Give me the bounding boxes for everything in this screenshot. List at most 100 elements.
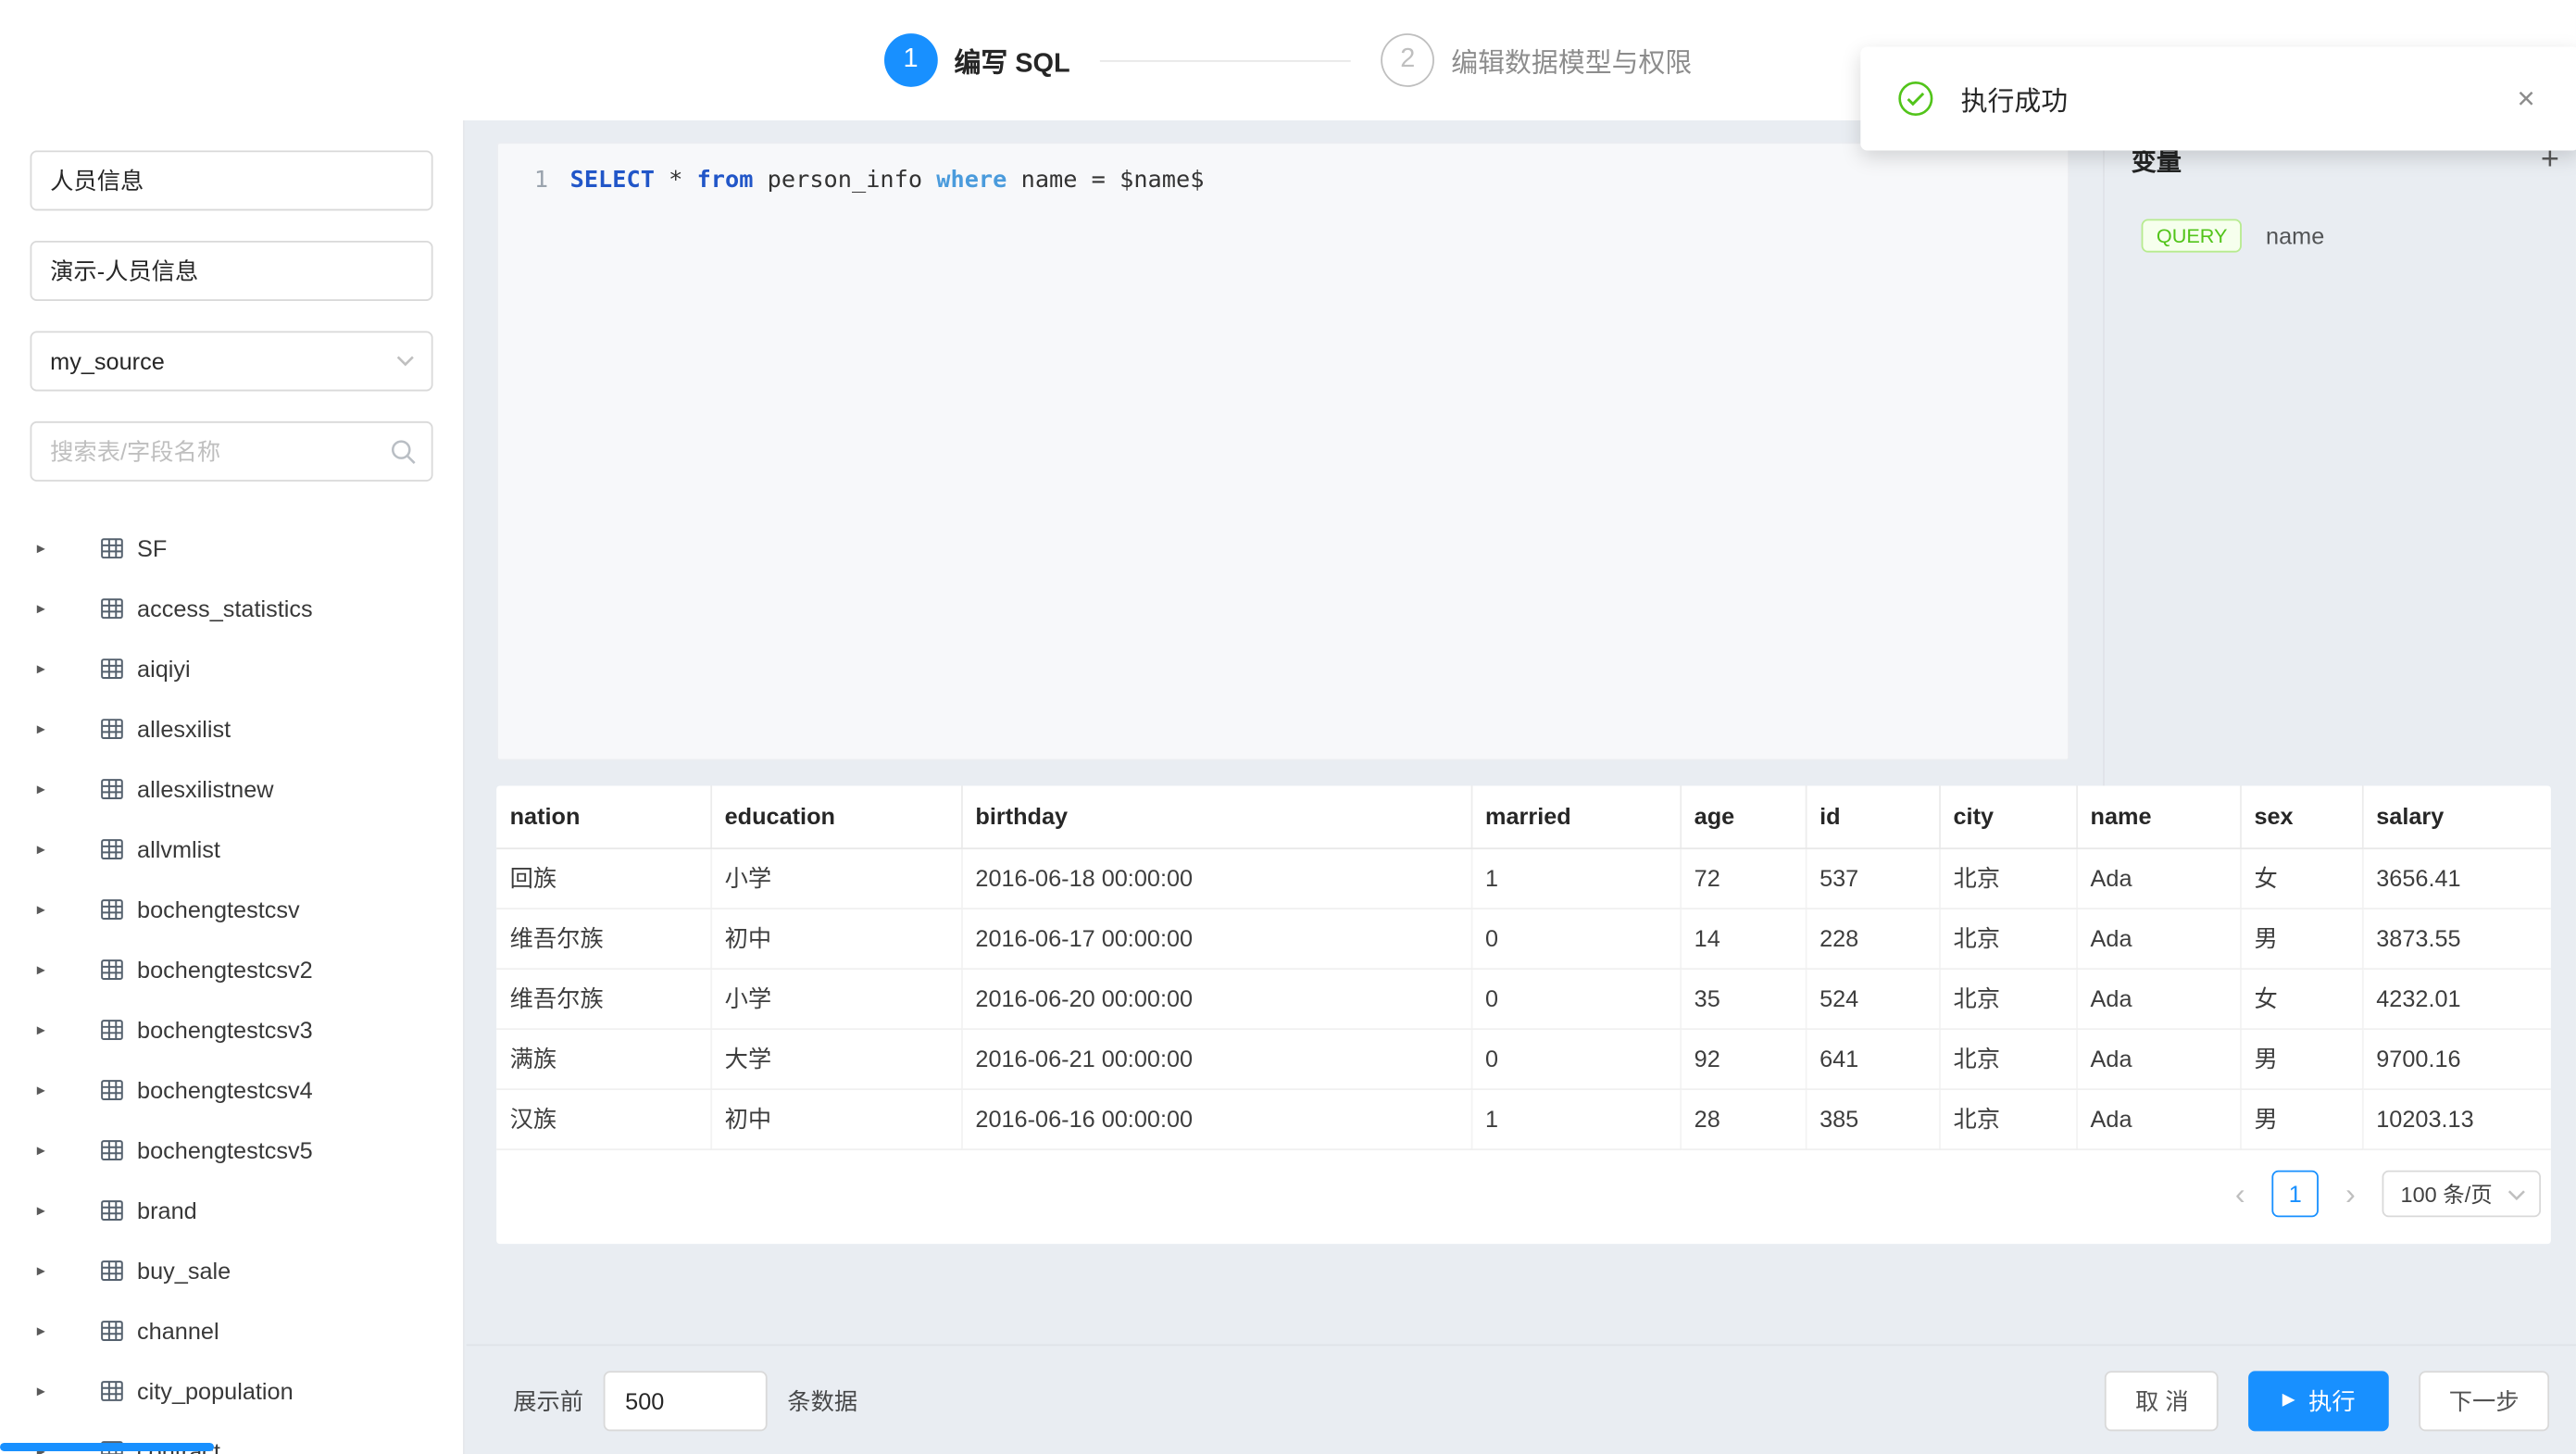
expand-caret-icon[interactable]: ▸ [37,539,64,558]
row-limit-input[interactable] [604,1370,768,1430]
table-cell: 满族 [496,1028,710,1088]
dataset-name-input[interactable] [30,150,432,210]
column-header-nation: nation [496,785,710,847]
expand-caret-icon[interactable]: ▸ [37,900,64,919]
next-step-button[interactable]: 下一步 [2419,1370,2549,1430]
expand-caret-icon[interactable]: ▸ [37,659,64,678]
table-cell: 北京 [1939,847,2076,908]
search-icon [390,438,417,465]
limit-suffix-label: 条数据 [787,1384,857,1417]
page-number[interactable]: 1 [2272,1170,2320,1217]
table-cell: 初中 [710,1088,961,1148]
expand-caret-icon[interactable]: ▸ [37,1382,64,1400]
table-icon [100,717,123,740]
step-1-number: 1 [884,33,938,87]
expand-caret-icon[interactable]: ▸ [37,780,64,798]
footer-bar: 展示前 条数据 取 消 ▶ 执行 下一步 [467,1344,2576,1454]
table-name: allvmlist [137,836,220,863]
cancel-button[interactable]: 取 消 [2106,1370,2220,1430]
table-name: brand [137,1197,197,1224]
step-2-label: 编辑数据模型与权限 [1451,40,1692,80]
tree-item-allesxilist[interactable]: ▸allesxilist [17,699,433,759]
tree-item-brand[interactable]: ▸ brand [17,1181,433,1241]
expand-caret-icon[interactable]: ▸ [37,1141,64,1159]
source-select-value: my_source [50,348,165,375]
table-icon [100,777,123,800]
close-icon[interactable]: ✕ [2509,78,2543,119]
tree-item-bochengtestcsv[interactable]: ▸ bochengtestcsv [17,880,433,940]
tree-item-SF[interactable]: ▸SF [17,519,433,579]
expand-caret-icon[interactable]: ▸ [37,1261,64,1280]
expand-caret-icon[interactable]: ▸ [37,1201,64,1220]
table-cell: Ada [2076,847,2240,908]
tree-item-bochengtestcsv2[interactable]: ▸bochengtestcsv2 [17,940,433,1000]
search-input[interactable] [30,421,432,482]
results-panel: nationeducationbirthdaymarriedageidcityn… [496,785,2551,1243]
table-tree: ▸SF▸access_statistics▸aiqiyi▸allesxilist… [17,519,433,1454]
table-cell: Ada [2076,968,2240,1028]
execute-label: 执行 [2308,1384,2356,1417]
variable-name: name [2266,222,2324,249]
tree-item-buy_sale[interactable]: ▸buy_sale [17,1241,433,1301]
table-cell: 9700.16 [2362,1028,2551,1088]
tree-item-allesxilistnew[interactable]: ▸allesxilistnew [17,759,433,820]
table-cell: 641 [1806,1028,1939,1088]
page-size-select[interactable]: 100 条/页 [2382,1170,2541,1217]
source-select[interactable]: my_source [30,331,432,391]
expand-caret-icon[interactable]: ▸ [37,720,64,738]
query-tag: QUERY [2142,219,2243,252]
table-name: bochengtestcsv [137,896,300,923]
expand-caret-icon[interactable]: ▸ [37,960,64,979]
step-1-write-sql[interactable]: 1 编写 SQL [884,33,1070,87]
table-icon [100,837,123,860]
sql-code-line: 1 SELECT * from person_info where name =… [498,144,2068,194]
dataset-display-name-input[interactable] [30,241,432,301]
sql-editor[interactable]: 1 SELECT * from person_info where name =… [496,142,2070,760]
table-cell: 北京 [1939,968,2076,1028]
limit-prefix-label: 展示前 [513,1384,583,1417]
table-cell: Ada [2076,908,2240,968]
tree-item-aiqiyi[interactable]: ▸aiqiyi [17,639,433,699]
table-cell: 初中 [710,908,961,968]
sql-token: from [697,168,754,194]
table-icon [100,1379,123,1402]
column-header-city: city [1939,785,2076,847]
tree-item-access_statistics[interactable]: ▸access_statistics [17,579,433,639]
table-cell: 2016-06-18 00:00:00 [961,847,1471,908]
table-cell: 0 [1471,908,1681,968]
table-row: 维吾尔族初中2016-06-17 00:00:00014228北京Ada男387… [496,908,2551,968]
expand-caret-icon[interactable]: ▸ [37,1322,64,1340]
prev-page-icon[interactable]: ‹ [2221,1170,2258,1217]
table-cell: 0 [1471,968,1681,1028]
expand-caret-icon[interactable]: ▸ [37,840,64,859]
table-icon [100,1018,123,1041]
table-cell: 228 [1806,908,1939,968]
tree-item-bochengtestcsv4[interactable]: ▸ bochengtestcsv4 [17,1060,433,1121]
table-icon [100,897,123,921]
chevron-down-icon [396,355,415,368]
table-row: 回族小学2016-06-18 00:00:00172537北京Ada女3656.… [496,847,2551,908]
table-name: bochengtestcsv4 [137,1077,313,1104]
results-table: nationeducationbirthdaymarriedageidcityn… [496,785,2551,1149]
table-cell: 3656.41 [2362,847,2551,908]
table-icon [100,596,123,620]
table-cell: Ada [2076,1088,2240,1148]
tree-item-channel[interactable]: ▸channel [17,1301,433,1361]
tree-item-bochengtestcsv3[interactable]: ▸bochengtestcsv3 [17,1000,433,1060]
next-page-icon[interactable]: › [2332,1170,2370,1217]
expand-caret-icon[interactable]: ▸ [37,1081,64,1099]
variable-row[interactable]: QUERY name [2142,219,2576,252]
tree-item-allvmlist[interactable]: ▸ allvmlist [17,820,433,880]
table-cell: 男 [2240,1028,2362,1088]
sql-token: name = $name$ [1007,168,1204,194]
expand-caret-icon[interactable]: ▸ [37,599,64,618]
scrollbar-thumb[interactable] [0,1443,214,1451]
tree-item-city_population[interactable]: ▸city_population [17,1361,433,1422]
tree-item-bochengtestcsv5[interactable]: ▸bochengtestcsv5 [17,1121,433,1181]
expand-caret-icon[interactable]: ▸ [37,1021,64,1039]
table-cell: 524 [1806,968,1939,1028]
execute-button[interactable]: ▶ 执行 [2249,1370,2389,1430]
step-2-edit-model[interactable]: 2 编辑数据模型与权限 [1381,33,1692,87]
sql-token: SELECT [570,168,655,194]
table-cell: 维吾尔族 [496,968,710,1028]
